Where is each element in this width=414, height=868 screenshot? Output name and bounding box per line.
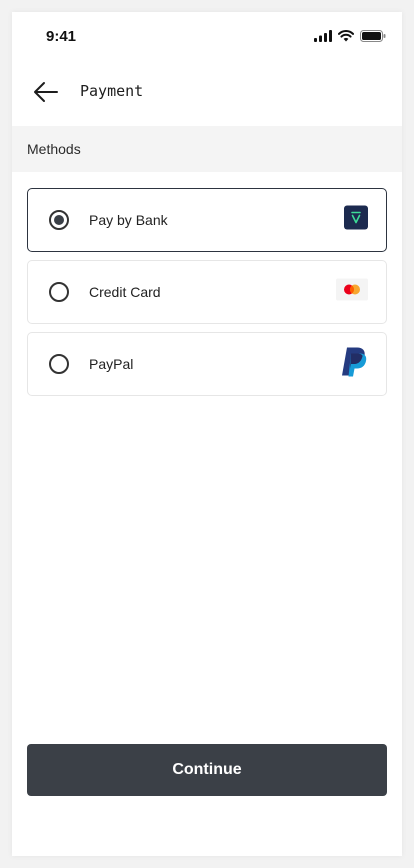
back-button[interactable] [32,78,60,106]
section-label: Methods [27,141,81,157]
status-time: 9:41 [46,28,77,45]
method-label: Credit Card [89,284,161,300]
wifi-icon [338,29,354,47]
battery-icon [360,29,386,47]
payment-methods-list: Pay by Bank Credit Card PayPal [27,188,387,404]
section-header: Methods [12,126,402,172]
paypal-icon [340,346,368,383]
payment-method-credit-card[interactable]: Credit Card [27,260,387,324]
method-label: Pay by Bank [89,212,168,228]
bank-logo-icon [344,205,368,235]
signal-icon [314,29,332,47]
radio-button-selected[interactable] [49,210,69,230]
header: Payment [12,70,402,114]
radio-button[interactable] [49,354,69,374]
page-title: Payment [80,82,144,100]
arrow-left-icon [32,82,60,110]
phone-screen: 9:41 Payment Methods Pay by Bank Credit … [12,12,402,856]
method-label: PayPal [89,356,134,372]
payment-method-paypal[interactable]: PayPal [27,332,387,396]
status-bar: 9:41 [12,12,402,62]
status-icons [314,29,386,47]
radio-button[interactable] [49,282,69,302]
payment-method-pay-by-bank[interactable]: Pay by Bank [27,188,387,252]
mastercard-icon [336,278,368,306]
continue-button[interactable]: Continue [27,744,387,796]
